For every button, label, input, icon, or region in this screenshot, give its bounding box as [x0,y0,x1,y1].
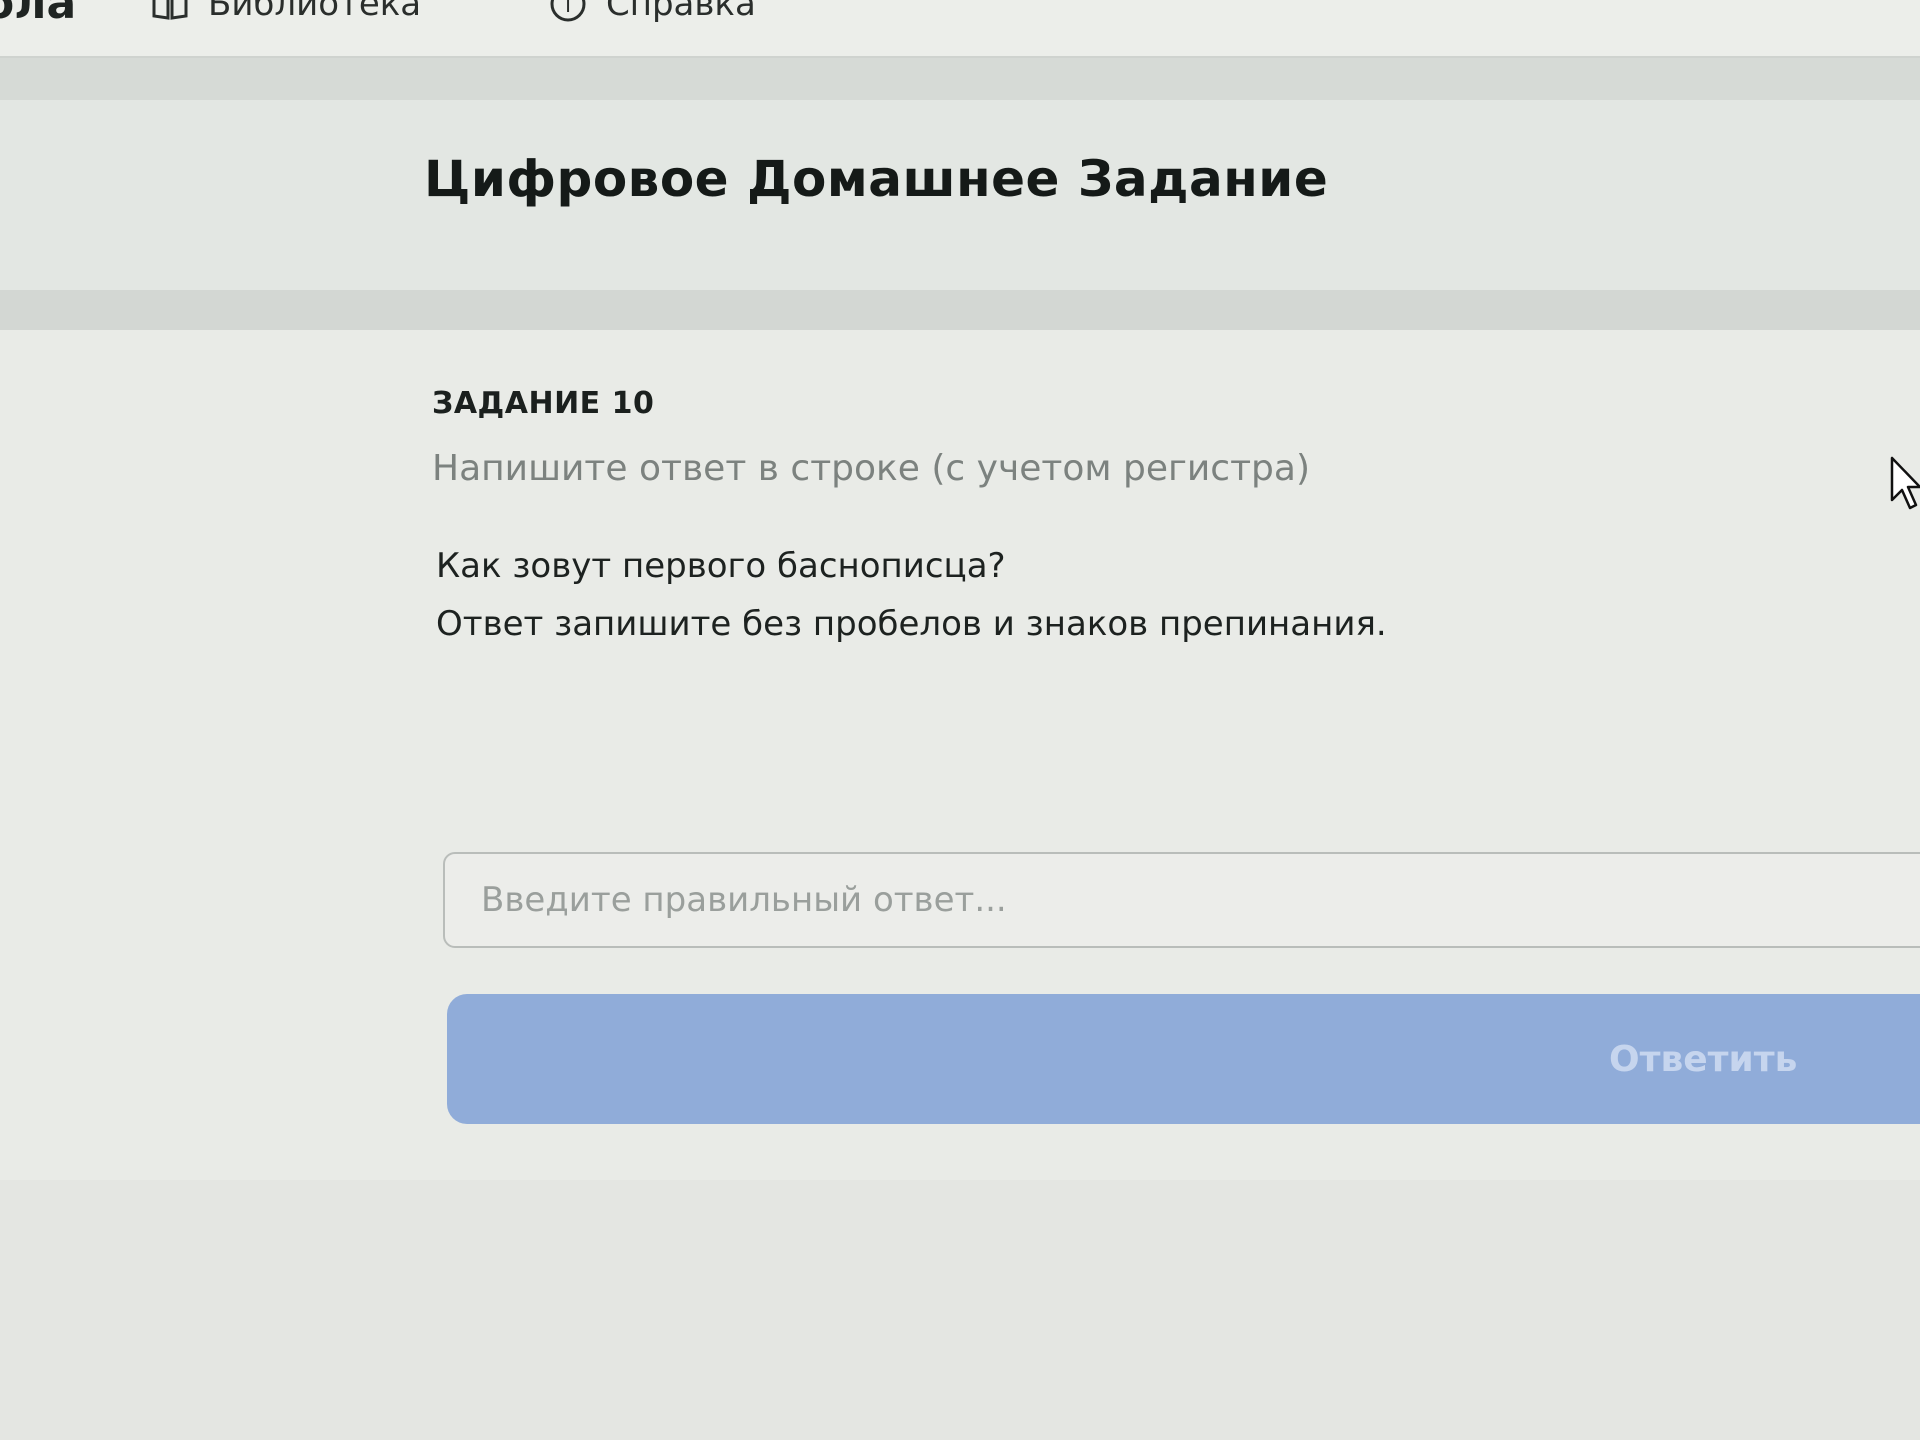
nav-item-help[interactable]: i Справка [548,0,756,24]
answer-input[interactable] [443,852,1920,948]
divider-band [0,58,1920,100]
divider-band [0,290,1920,330]
page-title: Цифровое Домашнее Задание [424,150,1329,208]
task-number-label: ЗАДАНИЕ 10 [432,386,655,421]
mouse-cursor-icon [1890,456,1920,510]
question-text: Ответ запишите без пробелов и знаков пре… [436,604,1387,644]
help-icon: i [550,0,586,22]
task-instructions: Напишите ответ в строке (с учетом регист… [432,448,1311,489]
top-navigation: ола Библиотека i Справка [0,0,1920,58]
page: ола Библиотека i Справка Цифровое Домашн… [0,0,1920,1440]
nav-item-library[interactable]: Библиотека [150,0,421,24]
svg-text:i: i [565,0,571,18]
submit-answer-button[interactable]: Ответить [447,994,1920,1124]
nav-item-label: Справка [606,0,756,24]
question-text: Как зовут первого баснописца? [436,546,1006,586]
page-footer-area [0,1180,1920,1440]
brand-logo-text[interactable]: ола [0,0,76,29]
book-icon [152,0,188,20]
nav-item-label: Библиотека [208,0,422,24]
